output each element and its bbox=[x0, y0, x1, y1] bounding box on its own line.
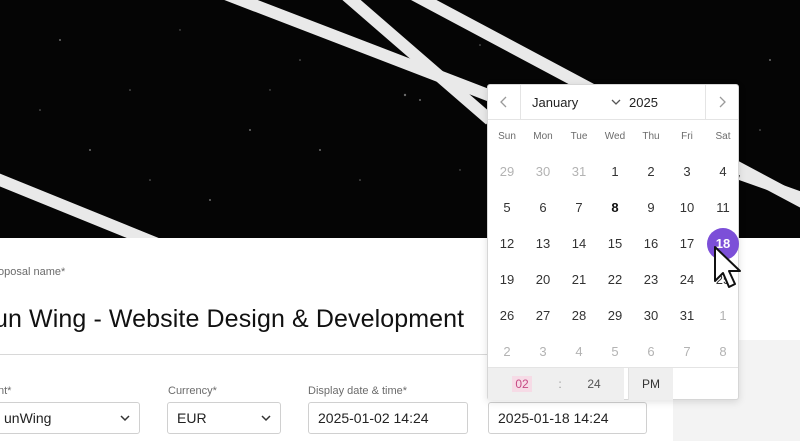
day-cell-outside-month[interactable]: 6 bbox=[633, 337, 669, 367]
weekday-label: Mon bbox=[533, 131, 553, 142]
chevron-right-icon bbox=[719, 96, 726, 108]
hour-value: 02 bbox=[512, 376, 532, 392]
day-cell-outside-month[interactable]: 8 bbox=[705, 337, 741, 367]
chevron-down-icon bbox=[611, 99, 621, 105]
display-date-label: Display date & time* bbox=[308, 385, 408, 397]
hour-input[interactable]: 02 bbox=[488, 368, 556, 400]
weekday-label: Wed bbox=[604, 131, 626, 142]
day-cell[interactable]: 13 bbox=[525, 229, 561, 259]
day-cell[interactable]: 2 bbox=[633, 157, 669, 187]
next-month-button[interactable] bbox=[705, 85, 738, 119]
day-cell-outside-month[interactable]: 5 bbox=[597, 337, 633, 367]
previous-month-button[interactable] bbox=[488, 85, 521, 119]
day-cell[interactable]: 19 bbox=[489, 265, 525, 295]
day-cell[interactable]: 11 bbox=[705, 193, 741, 223]
minute-input[interactable]: 24 bbox=[564, 368, 624, 400]
day-cell[interactable]: 24 bbox=[669, 265, 705, 295]
time-separator: : bbox=[556, 368, 564, 400]
proposal-name-input[interactable]: un Wing - Website Design & Development bbox=[0, 305, 464, 334]
month-select[interactable]: January bbox=[532, 95, 578, 110]
day-cell-outside-month[interactable]: 7 bbox=[669, 337, 705, 367]
currency-select[interactable]: EUR bbox=[167, 402, 281, 434]
day-cell-outside-month[interactable]: 31 bbox=[561, 157, 597, 187]
day-cell[interactable]: 29 bbox=[597, 301, 633, 331]
date-picker-header: January 2025 bbox=[488, 85, 738, 120]
day-cell[interactable]: 15 bbox=[597, 229, 633, 259]
day-cell[interactable]: 27 bbox=[525, 301, 561, 331]
day-cell[interactable]: 5 bbox=[489, 193, 525, 223]
day-cell[interactable]: 28 bbox=[561, 301, 597, 331]
day-cell-outside-month[interactable]: 1 bbox=[705, 301, 741, 331]
day-cell[interactable]: 21 bbox=[561, 265, 597, 295]
day-cell[interactable]: 20 bbox=[525, 265, 561, 295]
expiry-date-input[interactable]: 2025-01-18 14:24 bbox=[488, 402, 647, 434]
mouse-cursor-icon bbox=[714, 246, 741, 288]
client-select[interactable]: unWing bbox=[0, 402, 140, 434]
day-cell-outside-month[interactable]: 30 bbox=[525, 157, 561, 187]
weekday-label: Fri bbox=[681, 131, 693, 142]
weekday-label: Sun bbox=[498, 131, 516, 142]
ampm-toggle[interactable]: PM bbox=[628, 368, 673, 400]
day-cell[interactable]: 16 bbox=[633, 229, 669, 259]
day-cell[interactable]: 31 bbox=[669, 301, 705, 331]
year-input[interactable]: 2025 bbox=[629, 95, 658, 110]
proposal-name-underline bbox=[0, 354, 487, 355]
day-cell[interactable]: 12 bbox=[489, 229, 525, 259]
display-date-input[interactable]: 2025-01-02 14:24 bbox=[308, 402, 468, 434]
day-cell[interactable]: 3 bbox=[669, 157, 705, 187]
day-cell[interactable]: 23 bbox=[633, 265, 669, 295]
client-select-value: unWing bbox=[4, 410, 52, 426]
weekday-label: Sat bbox=[715, 131, 731, 142]
weekday-label: Thu bbox=[642, 131, 660, 142]
day-cell-outside-month[interactable]: 3 bbox=[525, 337, 561, 367]
chevron-down-icon bbox=[261, 415, 271, 422]
date-picker-popup: January 2025 Sun Mon Tue Wed Thu Fri Sat 29 30 3… bbox=[487, 84, 739, 400]
day-cell[interactable]: 26 bbox=[489, 301, 525, 331]
day-cell[interactable]: 6 bbox=[525, 193, 561, 223]
day-cell[interactable]: 7 bbox=[561, 193, 597, 223]
day-cell-outside-month[interactable]: 2 bbox=[489, 337, 525, 367]
proposal-name-label: oposal name* bbox=[0, 266, 66, 278]
day-cell[interactable]: 22 bbox=[597, 265, 633, 295]
minute-value: 24 bbox=[587, 377, 601, 391]
expiry-date-value: 2025-01-18 14:24 bbox=[498, 410, 609, 426]
day-cell[interactable]: 1 bbox=[597, 157, 633, 187]
display-date-value: 2025-01-02 14:24 bbox=[318, 410, 429, 426]
day-cell[interactable]: 9 bbox=[633, 193, 669, 223]
day-cell-outside-month[interactable]: 29 bbox=[489, 157, 525, 187]
currency-label: Currency* bbox=[168, 385, 217, 397]
day-cell-outside-month[interactable]: 4 bbox=[561, 337, 597, 367]
day-cell[interactable]: 14 bbox=[561, 229, 597, 259]
day-cell[interactable]: 10 bbox=[669, 193, 705, 223]
day-cell[interactable]: 8 bbox=[597, 193, 633, 223]
day-cell[interactable]: 17 bbox=[669, 229, 705, 259]
weekday-label: Tue bbox=[570, 131, 588, 142]
day-cell[interactable]: 4 bbox=[705, 157, 741, 187]
currency-select-value: EUR bbox=[177, 410, 207, 426]
chevron-down-icon bbox=[120, 415, 130, 422]
chevron-left-icon bbox=[500, 96, 507, 108]
day-cell[interactable]: 30 bbox=[633, 301, 669, 331]
time-picker: 02 24 : PM bbox=[488, 367, 738, 400]
client-label: nt* bbox=[0, 385, 12, 397]
